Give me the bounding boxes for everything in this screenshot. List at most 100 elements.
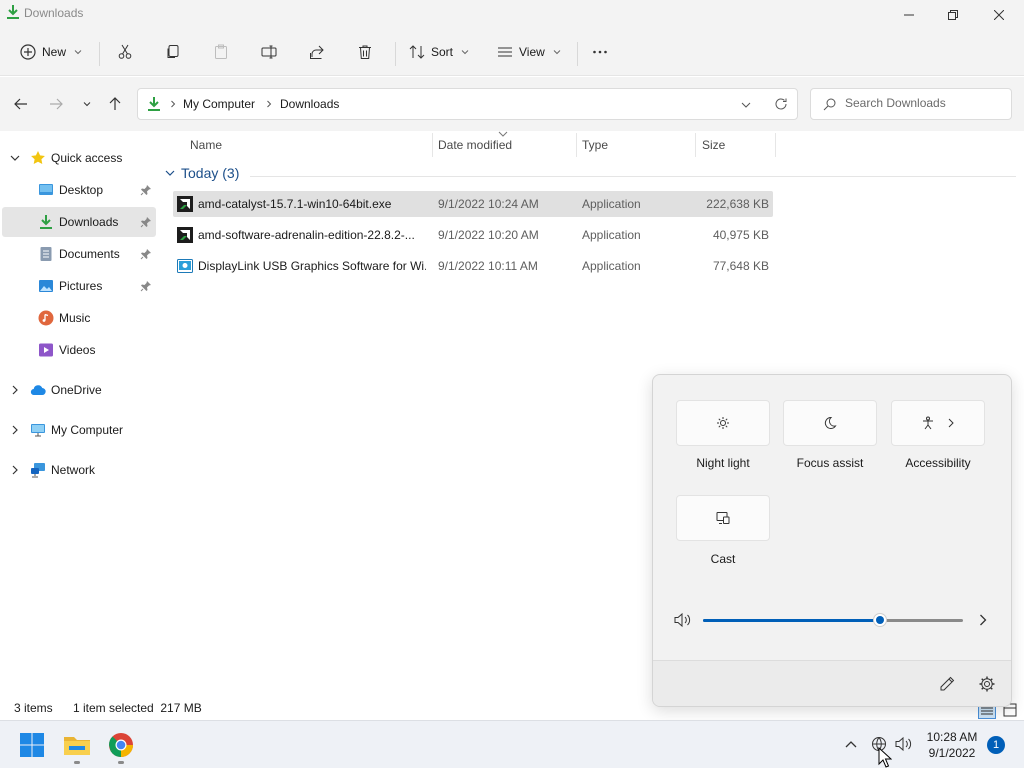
file-size: 222,638 KB <box>706 197 769 211</box>
sidebar-item-music[interactable]: Music <box>2 303 156 333</box>
amd-app-icon <box>177 227 193 243</box>
column-header-date[interactable]: Date modified <box>438 131 576 159</box>
cast-icon <box>716 512 730 524</box>
maximize-button[interactable] <box>930 0 976 30</box>
search-input[interactable] <box>845 96 1005 110</box>
speaker-icon[interactable] <box>895 736 913 752</box>
volume-slider[interactable] <box>703 613 963 627</box>
file-explorer-icon[interactable] <box>63 731 91 759</box>
group-header-today[interactable]: Today (3) <box>165 165 239 181</box>
toolbar-divider <box>577 42 578 66</box>
sidebar-item-label: OneDrive <box>51 383 102 397</box>
amd-app-icon <box>177 196 193 212</box>
chevron-right-icon[interactable] <box>10 385 20 395</box>
share-icon <box>310 45 324 59</box>
more-icon <box>593 50 607 54</box>
copy-icon <box>167 45 179 58</box>
sidebar-item-network[interactable]: Network <box>2 455 156 485</box>
column-header-type[interactable]: Type <box>582 131 694 159</box>
system-clock[interactable]: 10:28 AM 9/1/2022 <box>924 729 980 761</box>
pin-icon[interactable] <box>140 248 152 260</box>
sidebar-item-quick-access[interactable]: Quick access <box>2 143 156 173</box>
column-divider[interactable] <box>695 133 696 157</box>
cut-button[interactable] <box>117 38 133 66</box>
back-button[interactable] <box>12 95 30 113</box>
tile-label: Cast <box>710 552 736 566</box>
sidebar-item-downloads[interactable]: Downloads <box>2 207 156 237</box>
accessibility-button[interactable] <box>891 400 985 446</box>
chevron-down-icon[interactable] <box>10 153 20 163</box>
chevron-right-icon[interactable] <box>10 465 20 475</box>
volume-slider-thumb[interactable] <box>872 613 887 627</box>
column-header-name[interactable]: Name <box>190 131 430 159</box>
pin-icon[interactable] <box>140 280 152 292</box>
notification-badge[interactable]: 1 <box>987 736 1005 754</box>
recent-locations-button[interactable] <box>78 95 96 113</box>
sidebar-item-onedrive[interactable]: OneDrive <box>2 375 156 405</box>
edit-pencil-icon[interactable] <box>938 675 956 693</box>
settings-gear-icon[interactable] <box>978 675 996 693</box>
moon-icon <box>824 416 837 429</box>
sidebar-item-pictures[interactable]: Pictures <box>2 271 156 301</box>
sort-button[interactable]: Sort <box>409 38 469 66</box>
up-button[interactable] <box>106 95 124 113</box>
chevron-right-icon[interactable] <box>10 425 20 435</box>
pin-icon[interactable] <box>140 184 152 196</box>
cast-button[interactable] <box>676 495 770 541</box>
file-row[interactable]: DisplayLink USB Graphics Software for Wi… <box>173 253 773 279</box>
breadcrumb-downloads[interactable]: Downloads <box>280 97 339 111</box>
file-size: 77,648 KB <box>712 259 769 273</box>
chevron-right-icon[interactable] <box>976 613 990 627</box>
search-box[interactable] <box>810 88 1012 120</box>
new-button[interactable]: New <box>20 38 82 66</box>
view-button[interactable]: View <box>497 38 561 66</box>
column-divider[interactable] <box>576 133 577 157</box>
navigation-pane: Quick access Desktop Downloads Documents… <box>0 131 158 696</box>
videos-icon <box>39 343 53 357</box>
speaker-icon[interactable] <box>674 612 692 628</box>
windows-start-icon[interactable] <box>19 732 45 758</box>
pin-icon[interactable] <box>140 216 152 228</box>
sidebar-item-label: Pictures <box>59 279 103 293</box>
sidebar-item-desktop[interactable]: Desktop <box>2 175 156 205</box>
chevron-up-icon[interactable] <box>843 736 859 752</box>
column-divider[interactable] <box>432 133 433 157</box>
chrome-icon[interactable] <box>107 731 135 759</box>
refresh-icon[interactable] <box>774 97 788 111</box>
sort-icon <box>409 45 425 59</box>
title-bar: Downloads <box>0 0 1024 30</box>
sidebar-item-documents[interactable]: Documents <box>2 239 156 269</box>
share-button[interactable] <box>309 38 325 66</box>
address-bar[interactable]: My Computer Downloads <box>137 88 798 120</box>
breadcrumb-my-computer[interactable]: My Computer <box>183 97 255 111</box>
file-row[interactable]: amd-catalyst-15.7.1-win10-64bit.exe 9/1/… <box>173 191 773 217</box>
close-button[interactable] <box>976 0 1022 30</box>
paste-button[interactable] <box>213 38 229 66</box>
forward-button[interactable] <box>47 95 65 113</box>
chevron-down-icon <box>74 50 82 55</box>
sidebar-item-videos[interactable]: Videos <box>2 335 156 365</box>
documents-icon <box>40 247 52 261</box>
column-header-label: Size <box>702 138 726 152</box>
night-light-toggle[interactable] <box>676 400 770 446</box>
column-header-size[interactable]: Size <box>702 131 774 159</box>
view-label: View <box>519 45 545 59</box>
file-row[interactable]: amd-software-adrenalin-edition-22.8.2-..… <box>173 222 773 248</box>
rename-icon <box>261 45 277 59</box>
copy-button[interactable] <box>165 38 181 66</box>
more-options-button[interactable] <box>592 38 608 66</box>
delete-button[interactable] <box>357 38 373 66</box>
focus-assist-toggle[interactable] <box>783 400 877 446</box>
file-date: 9/1/2022 10:24 AM <box>438 197 539 211</box>
chevron-down-icon[interactable] <box>741 100 751 110</box>
column-divider[interactable] <box>775 133 776 157</box>
minimize-button[interactable] <box>886 0 932 30</box>
file-name: amd-catalyst-15.7.1-win10-64bit.exe <box>198 197 392 211</box>
network-icon <box>31 463 45 478</box>
running-indicator <box>118 761 124 764</box>
sidebar-item-label: Network <box>51 463 96 477</box>
sidebar-item-label: Music <box>59 311 91 325</box>
rename-button[interactable] <box>261 38 277 66</box>
sidebar-item-my-computer[interactable]: My Computer <box>2 415 156 445</box>
paste-icon <box>215 44 227 59</box>
